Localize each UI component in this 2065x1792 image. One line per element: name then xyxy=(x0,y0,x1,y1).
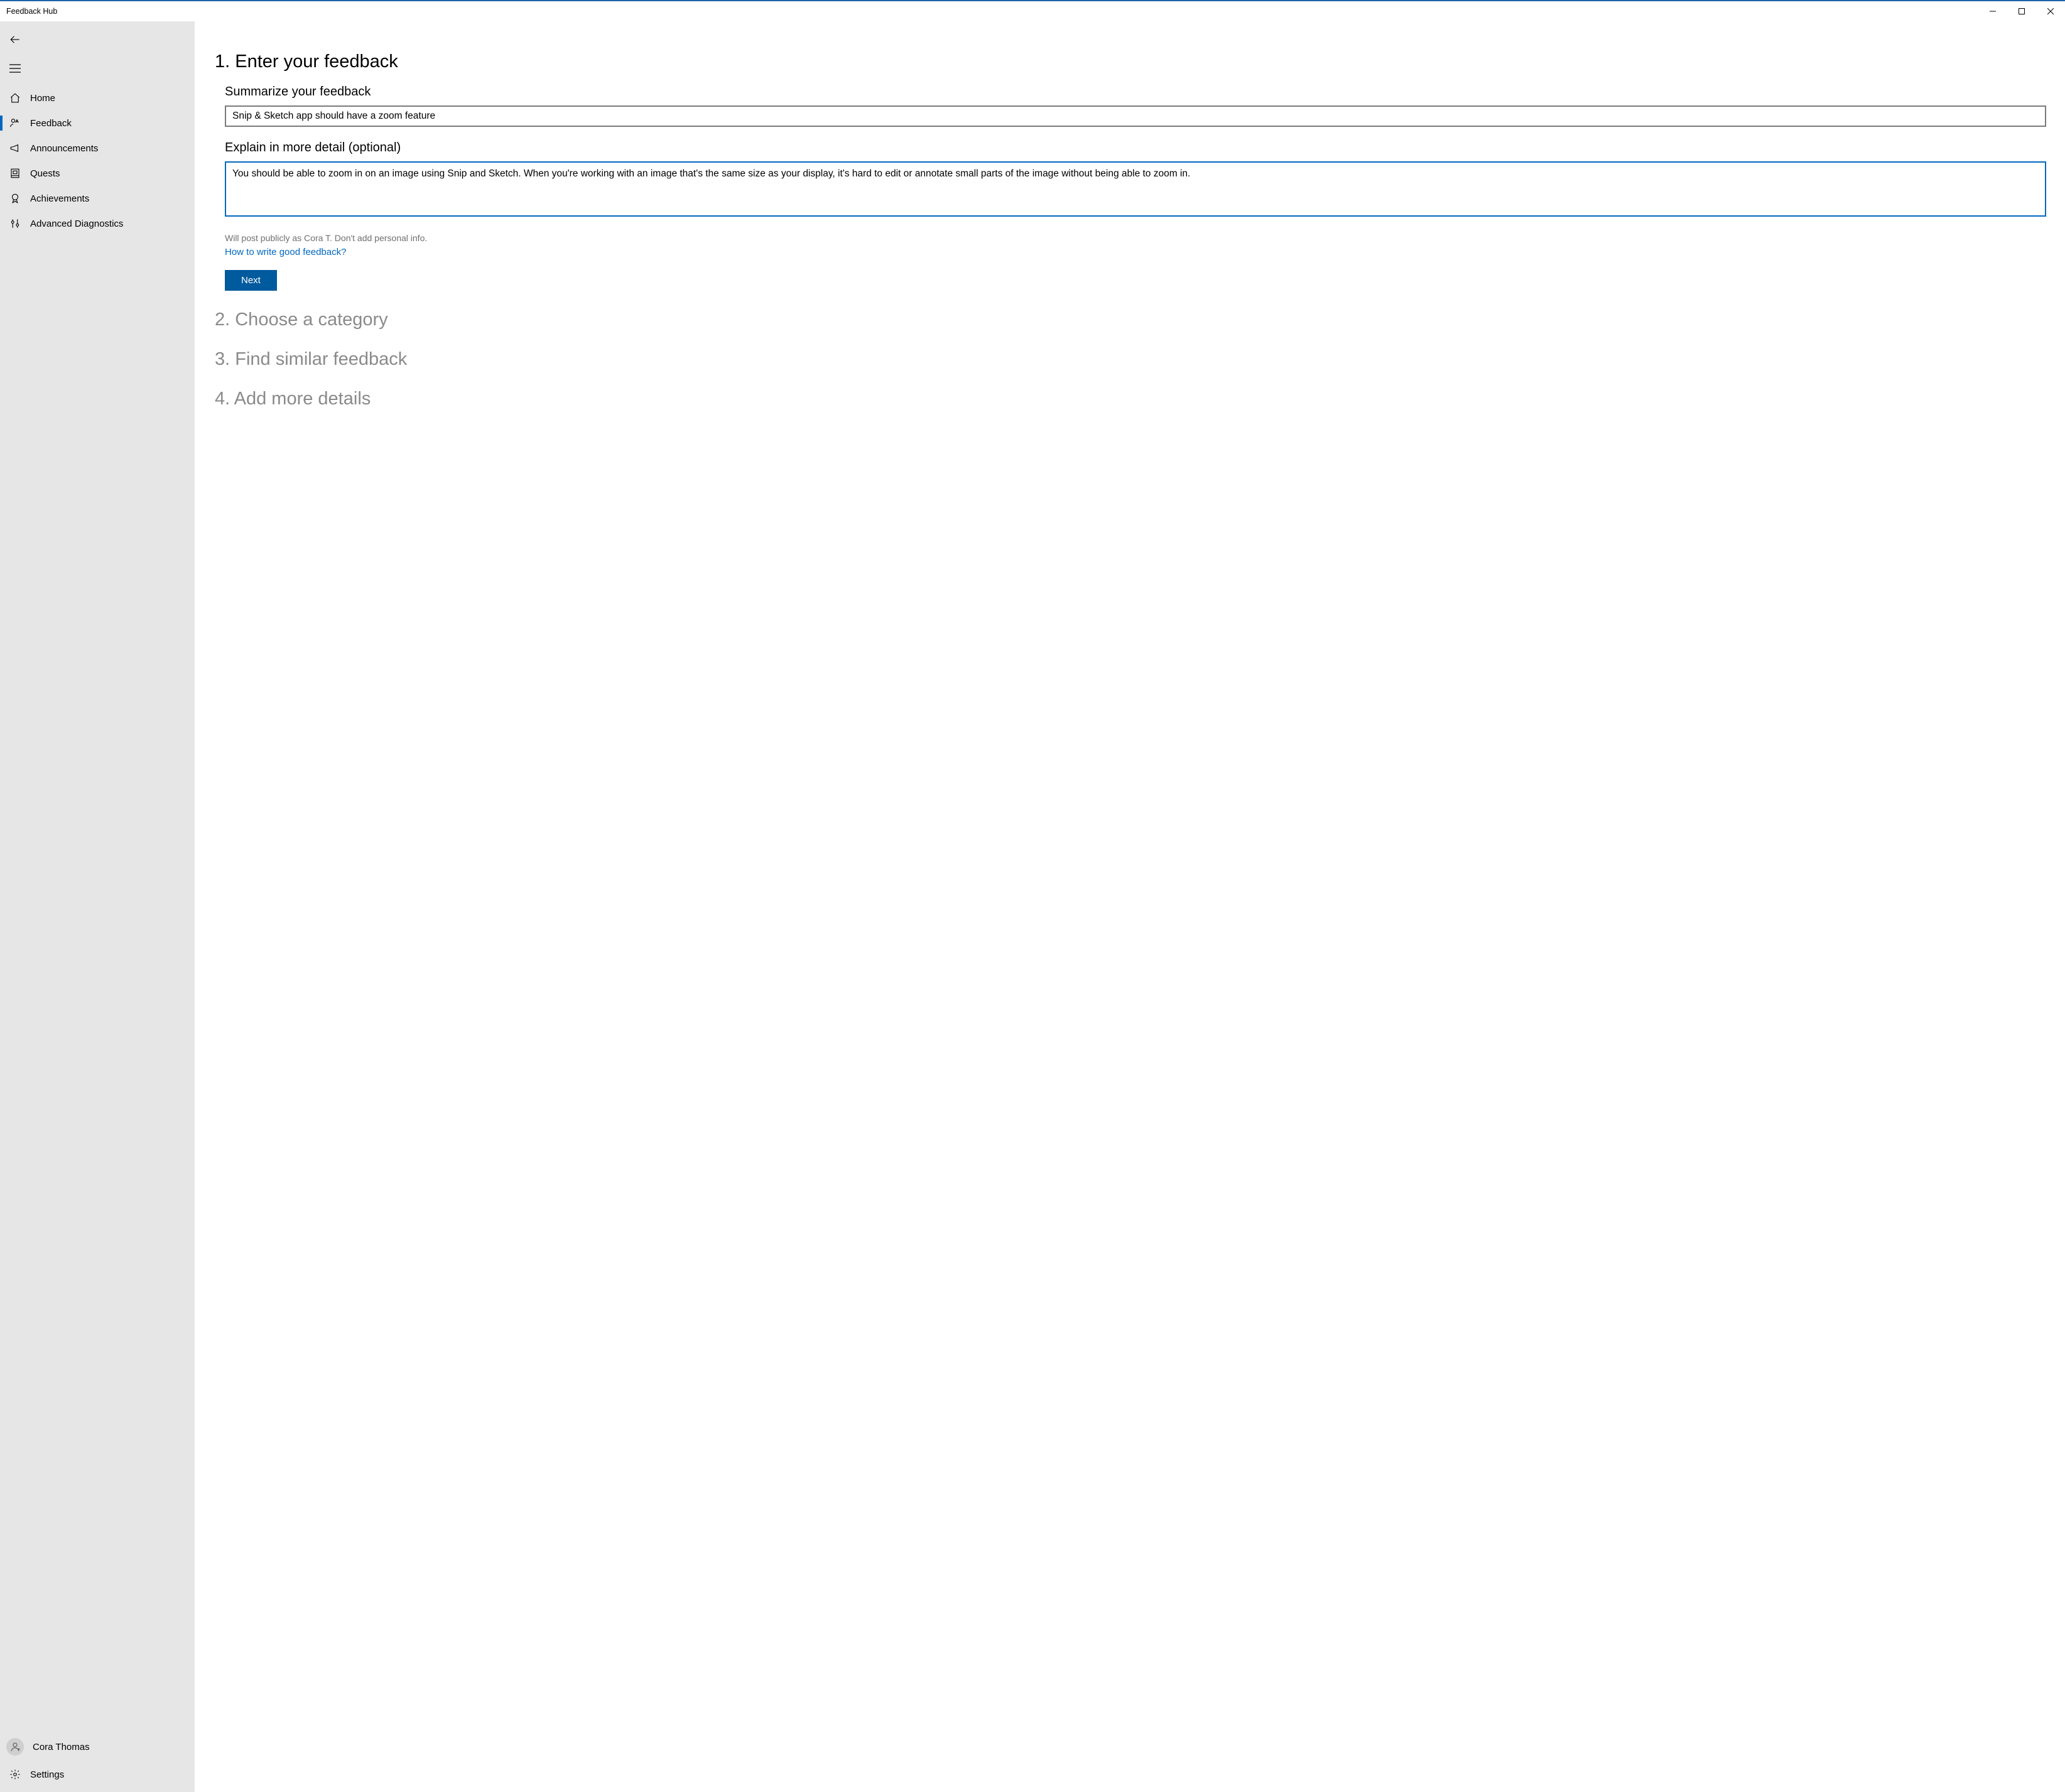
public-post-disclaimer: Will post publicly as Cora T. Don't add … xyxy=(225,233,2046,243)
nav-label: Feedback xyxy=(30,118,72,129)
nav-item-achievements[interactable]: Achievements xyxy=(0,186,195,211)
nav-item-feedback[interactable]: Feedback xyxy=(0,111,195,136)
next-button[interactable]: Next xyxy=(225,270,277,291)
achievements-icon xyxy=(9,192,21,205)
megaphone-icon xyxy=(9,142,21,154)
nav-label: Home xyxy=(30,93,55,104)
nav-label: Advanced Diagnostics xyxy=(30,219,123,229)
user-account[interactable]: Cora Thomas xyxy=(0,1733,195,1761)
maximize-button[interactable] xyxy=(2007,1,2036,21)
title-bar: Feedback Hub xyxy=(0,1,2065,21)
nav-item-quests[interactable]: Quests xyxy=(0,161,195,186)
nav-item-diagnostics[interactable]: Advanced Diagnostics xyxy=(0,211,195,236)
nav-label: Quests xyxy=(30,168,60,179)
close-button[interactable] xyxy=(2036,1,2065,21)
nav-label: Settings xyxy=(30,1769,64,1780)
nav-label: Achievements xyxy=(30,193,89,204)
summary-input[interactable] xyxy=(225,105,2046,127)
content-area: 1. Enter your feedback Summarize your fe… xyxy=(195,21,2065,1792)
window-title: Feedback Hub xyxy=(0,7,57,16)
quests-icon xyxy=(9,167,21,180)
gear-icon xyxy=(9,1768,21,1781)
back-button[interactable] xyxy=(0,26,30,53)
step-2-heading: 2. Choose a category xyxy=(215,310,2046,330)
how-to-write-link[interactable]: How to write good feedback? xyxy=(225,247,346,257)
nav-item-announcements[interactable]: Announcements xyxy=(0,136,195,161)
user-name: Cora Thomas xyxy=(33,1742,90,1752)
detail-label: Explain in more detail (optional) xyxy=(225,141,2046,155)
detail-textarea[interactable] xyxy=(225,161,2046,217)
step-3-heading: 3. Find similar feedback xyxy=(215,349,2046,370)
summary-label: Summarize your feedback xyxy=(225,85,2046,99)
sidebar: Home Feedback Announcements xyxy=(0,21,195,1792)
diagnostics-icon xyxy=(9,217,21,230)
avatar-icon xyxy=(6,1738,24,1756)
feedback-icon xyxy=(9,117,21,129)
step-1-heading: 1. Enter your feedback xyxy=(215,51,2046,72)
nav-item-settings[interactable]: Settings xyxy=(0,1761,195,1788)
hamburger-button[interactable] xyxy=(0,55,30,82)
minimize-button[interactable] xyxy=(1978,1,2007,21)
nav-label: Announcements xyxy=(30,143,98,154)
home-icon xyxy=(9,92,21,104)
step-4-heading: 4. Add more details xyxy=(215,389,2046,409)
nav-item-home[interactable]: Home xyxy=(0,85,195,111)
